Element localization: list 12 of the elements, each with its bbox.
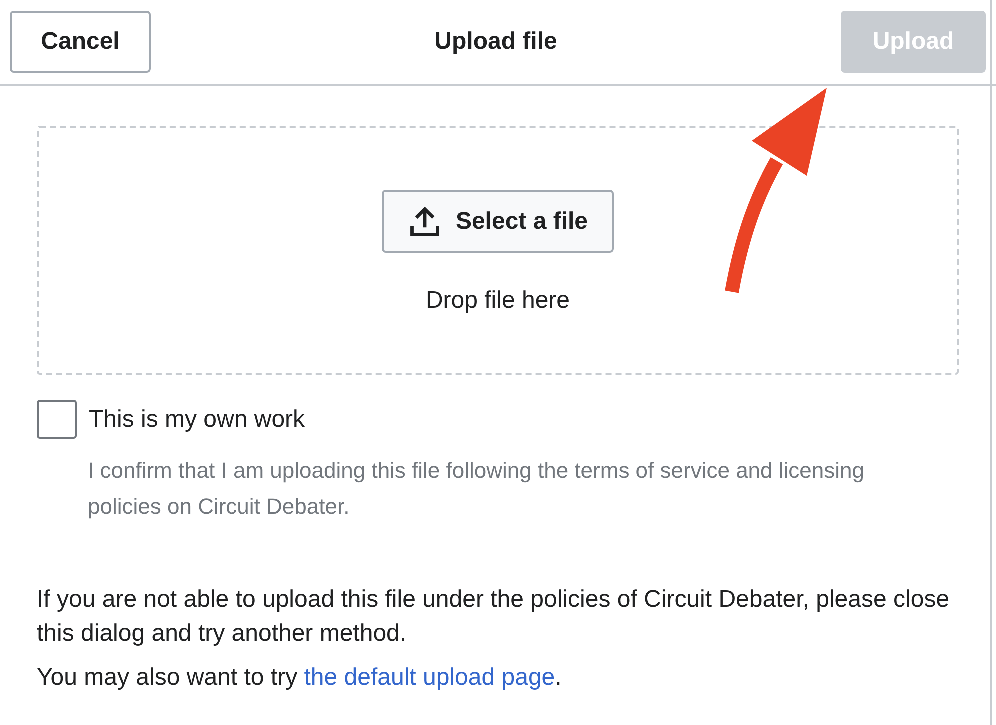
cancel-button[interactable]: Cancel <box>10 11 151 73</box>
period-text: . <box>555 663 562 693</box>
upload-icon <box>408 204 442 238</box>
select-file-button[interactable]: Select a file <box>382 190 614 253</box>
policy-notice: If you are not able to upload this file under the policies of Circuit Debater, please close this dialog and try another method. <box>37 585 951 649</box>
drop-hint: Drop file here <box>426 286 570 316</box>
alternative-text: You may also want to try <box>37 663 299 693</box>
default-upload-link[interactable]: the default upload page <box>304 661 556 695</box>
own-work-label[interactable]: This is my own work <box>89 402 306 438</box>
own-work-checkbox[interactable] <box>37 400 77 439</box>
dialog-title: Upload file <box>434 27 558 57</box>
own-work-help: I confirm that I am uploading this file following the terms of service and licensing policies on Circuit Debater. <box>88 457 866 521</box>
